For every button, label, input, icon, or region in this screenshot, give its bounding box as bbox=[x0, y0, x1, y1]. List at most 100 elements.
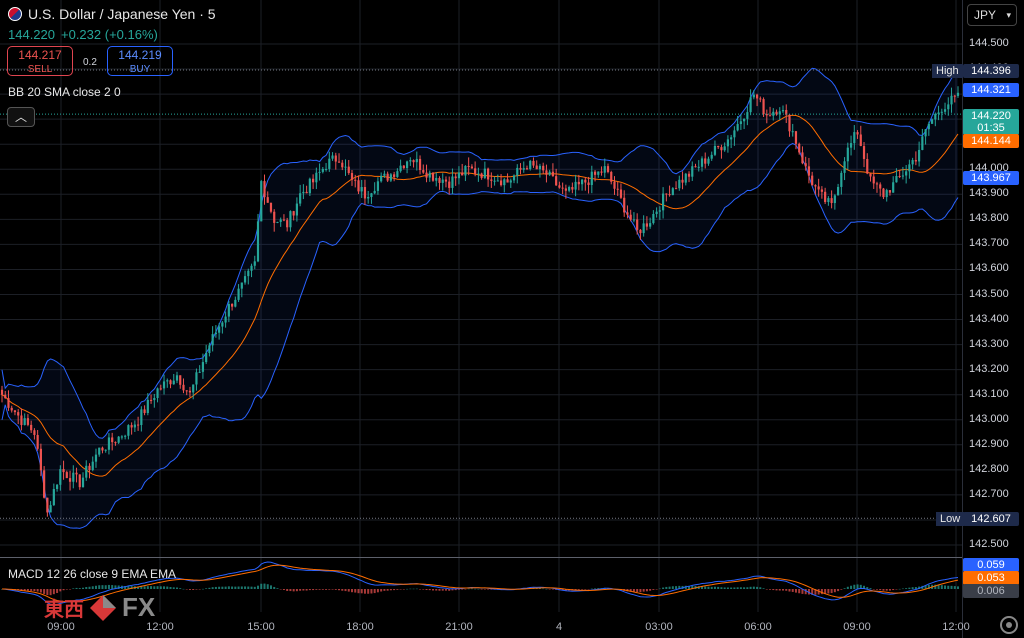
candle-body bbox=[256, 221, 260, 262]
candle-body bbox=[153, 398, 156, 401]
candle-body bbox=[558, 185, 561, 188]
candle-body bbox=[383, 173, 386, 176]
candle-body bbox=[655, 211, 658, 214]
candle-body bbox=[315, 172, 318, 183]
candle-body bbox=[930, 119, 934, 124]
macd-histogram-bar bbox=[111, 585, 114, 589]
candle-body bbox=[519, 167, 522, 170]
candle-body bbox=[616, 188, 619, 190]
candle-body bbox=[717, 145, 720, 148]
candle-body bbox=[746, 112, 749, 119]
macd-histogram-bar bbox=[487, 589, 490, 590]
macd-histogram-bar bbox=[752, 586, 755, 589]
macd-histogram-bar bbox=[432, 589, 435, 591]
candle-body bbox=[807, 166, 811, 176]
candle-body bbox=[671, 188, 674, 196]
candle-body bbox=[629, 214, 632, 220]
candle-body bbox=[649, 223, 652, 227]
macd-histogram-bar bbox=[435, 589, 438, 591]
macd-histogram-bar bbox=[354, 589, 357, 593]
macd-histogram-bar bbox=[474, 588, 477, 590]
candle-body bbox=[104, 449, 107, 451]
macd-histogram-bar bbox=[399, 589, 402, 590]
macd-histogram-bar bbox=[175, 587, 178, 589]
macd-histogram-bar bbox=[739, 587, 742, 589]
macd-histogram-bar bbox=[373, 589, 376, 594]
candle-body bbox=[376, 181, 380, 191]
candle-body bbox=[626, 212, 629, 215]
candle-body bbox=[36, 434, 39, 449]
candle-body bbox=[162, 381, 166, 389]
candle-body bbox=[820, 189, 823, 192]
macd-histogram-bar bbox=[850, 585, 853, 589]
candle-body bbox=[17, 412, 20, 416]
candle-body bbox=[198, 371, 201, 373]
macd-histogram-bar bbox=[302, 589, 305, 591]
candle-body bbox=[399, 165, 402, 172]
macd-histogram-bar bbox=[338, 589, 341, 591]
sell-button[interactable]: 144.217 SELL bbox=[7, 46, 73, 76]
candle-body bbox=[253, 261, 256, 266]
candle-body bbox=[65, 472, 68, 479]
candle-body bbox=[918, 149, 921, 162]
gear-icon[interactable] bbox=[1000, 616, 1018, 634]
collapse-indicators-button[interactable]: ︿ bbox=[7, 107, 35, 127]
buy-button[interactable]: 144.219 BUY bbox=[107, 46, 173, 76]
macd-histogram-bar bbox=[406, 588, 409, 590]
candle-body bbox=[114, 442, 117, 444]
macd-histogram-bar bbox=[830, 589, 833, 594]
candle-body bbox=[580, 179, 584, 185]
candle-body bbox=[68, 478, 72, 482]
countdown: 01:35 bbox=[977, 122, 1005, 134]
macd-histogram-bar bbox=[720, 587, 723, 589]
candle-body bbox=[438, 177, 441, 183]
macd-histogram-bar bbox=[263, 583, 266, 589]
candle-body bbox=[921, 136, 924, 150]
bb-fill bbox=[2, 68, 958, 529]
candle-body bbox=[289, 211, 292, 228]
macd-histogram-bar bbox=[292, 589, 295, 592]
macd-histogram-bar bbox=[143, 586, 146, 589]
candle-body bbox=[156, 388, 159, 399]
macd-histogram-bar bbox=[211, 587, 214, 589]
price-chart[interactable] bbox=[0, 0, 1024, 638]
candle-body bbox=[953, 95, 956, 97]
candle-body bbox=[697, 166, 700, 168]
price-tick: 143.500 bbox=[969, 287, 1009, 300]
candle-body bbox=[681, 179, 684, 183]
candle-body bbox=[726, 139, 730, 147]
candle-body bbox=[243, 276, 247, 283]
macd-histogram-bar bbox=[820, 589, 823, 595]
candle-body bbox=[943, 109, 947, 112]
candle-body bbox=[292, 211, 295, 216]
currency-selector[interactable]: JPY ▾ bbox=[967, 4, 1017, 26]
symbol-title[interactable]: U.S. Dollar / Japanese Yen · 5 bbox=[8, 6, 216, 22]
candle-body bbox=[791, 131, 794, 133]
candle-body bbox=[652, 213, 655, 224]
candle-body bbox=[412, 160, 415, 163]
macd-indicator-label[interactable]: MACD 12 26 close 9 EMA EMA bbox=[8, 567, 176, 581]
candle-body bbox=[146, 399, 149, 414]
macd-histogram-bar bbox=[386, 589, 389, 591]
candle-body bbox=[393, 174, 396, 177]
macd-histogram-bar bbox=[282, 589, 285, 591]
candle-body bbox=[798, 143, 801, 153]
candle-body bbox=[606, 166, 610, 172]
candle-body bbox=[762, 99, 765, 115]
candle-body bbox=[26, 418, 30, 425]
macd-histogram-bar bbox=[441, 589, 444, 591]
macd-histogram-bar bbox=[376, 589, 379, 593]
macd-histogram-bar bbox=[276, 588, 279, 589]
candle-body bbox=[752, 94, 755, 98]
macd-histogram-bar bbox=[360, 589, 363, 594]
macd-histogram-bar bbox=[344, 589, 347, 592]
candle-body bbox=[234, 299, 237, 307]
macd-histogram-bar bbox=[636, 589, 639, 593]
bb-indicator-label[interactable]: BB 20 SMA close 2 0 bbox=[8, 85, 121, 99]
macd-histogram-bar bbox=[470, 588, 473, 590]
macd-histogram-bar bbox=[166, 586, 169, 589]
macd-histogram-bar bbox=[736, 587, 739, 589]
macd-histogram-bar bbox=[214, 586, 217, 589]
macd-histogram-bar bbox=[415, 588, 418, 590]
macd-histogram-bar bbox=[182, 588, 185, 590]
